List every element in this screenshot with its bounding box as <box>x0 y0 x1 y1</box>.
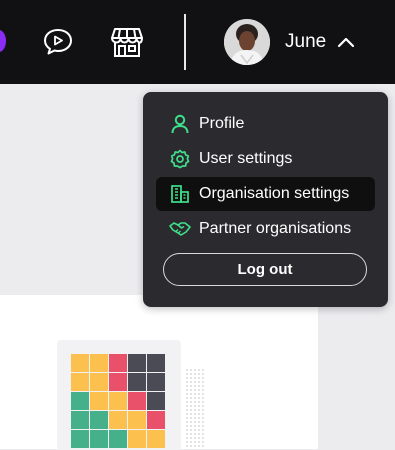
color-tile <box>71 411 89 429</box>
color-tile <box>90 411 108 429</box>
menu-item-label: Profile <box>199 115 245 132</box>
chat-play-icon <box>44 29 72 55</box>
color-tile <box>90 373 108 391</box>
color-tile <box>147 354 165 372</box>
handshake-icon <box>169 218 191 240</box>
store-icon <box>111 28 143 57</box>
color-tile <box>109 411 127 429</box>
color-tile <box>71 430 89 448</box>
color-tile <box>128 354 146 372</box>
building-icon <box>169 183 191 205</box>
gear-icon <box>169 148 191 170</box>
color-tile <box>147 411 165 429</box>
color-tile <box>109 354 127 372</box>
color-tile <box>109 430 127 448</box>
color-tile <box>128 411 146 429</box>
menu-item-user-settings[interactable]: User settings <box>156 142 375 176</box>
chevron-up-icon[interactable] <box>337 35 355 49</box>
user-icon <box>169 113 191 135</box>
color-tile <box>109 392 127 410</box>
logout-button[interactable]: Log out <box>163 253 367 286</box>
header-divider <box>184 14 186 70</box>
color-tile <box>147 373 165 391</box>
top-navigation-bar: June <box>0 0 395 84</box>
color-tile <box>147 430 165 448</box>
color-tile-grid <box>71 354 165 448</box>
app-logo-edge[interactable] <box>0 30 6 52</box>
color-tile <box>90 392 108 410</box>
color-tile <box>71 373 89 391</box>
menu-item-label: Organisation settings <box>199 185 350 202</box>
menu-item-label: Partner organisations <box>199 220 352 237</box>
color-tile <box>71 354 89 372</box>
decorative-dots <box>185 368 205 448</box>
color-tile <box>128 392 146 410</box>
color-tile <box>90 354 108 372</box>
menu-item-label: User settings <box>199 150 293 167</box>
account-dropdown-menu: Profile User settings Organisation setti… <box>143 92 388 307</box>
marketplace-button[interactable] <box>109 24 145 60</box>
menu-item-organisation-settings[interactable]: Organisation settings <box>156 177 375 211</box>
avatar-photo <box>224 19 270 65</box>
user-avatar[interactable] <box>224 19 270 65</box>
menu-item-partner-organisations[interactable]: Partner organisations <box>156 212 375 246</box>
color-tile <box>128 373 146 391</box>
color-tile <box>109 373 127 391</box>
color-tile <box>147 392 165 410</box>
menu-item-profile[interactable]: Profile <box>156 107 375 141</box>
messages-button[interactable] <box>40 24 76 60</box>
user-name[interactable]: June <box>285 30 326 54</box>
color-tile <box>128 430 146 448</box>
color-tile <box>90 430 108 448</box>
color-tile <box>71 392 89 410</box>
